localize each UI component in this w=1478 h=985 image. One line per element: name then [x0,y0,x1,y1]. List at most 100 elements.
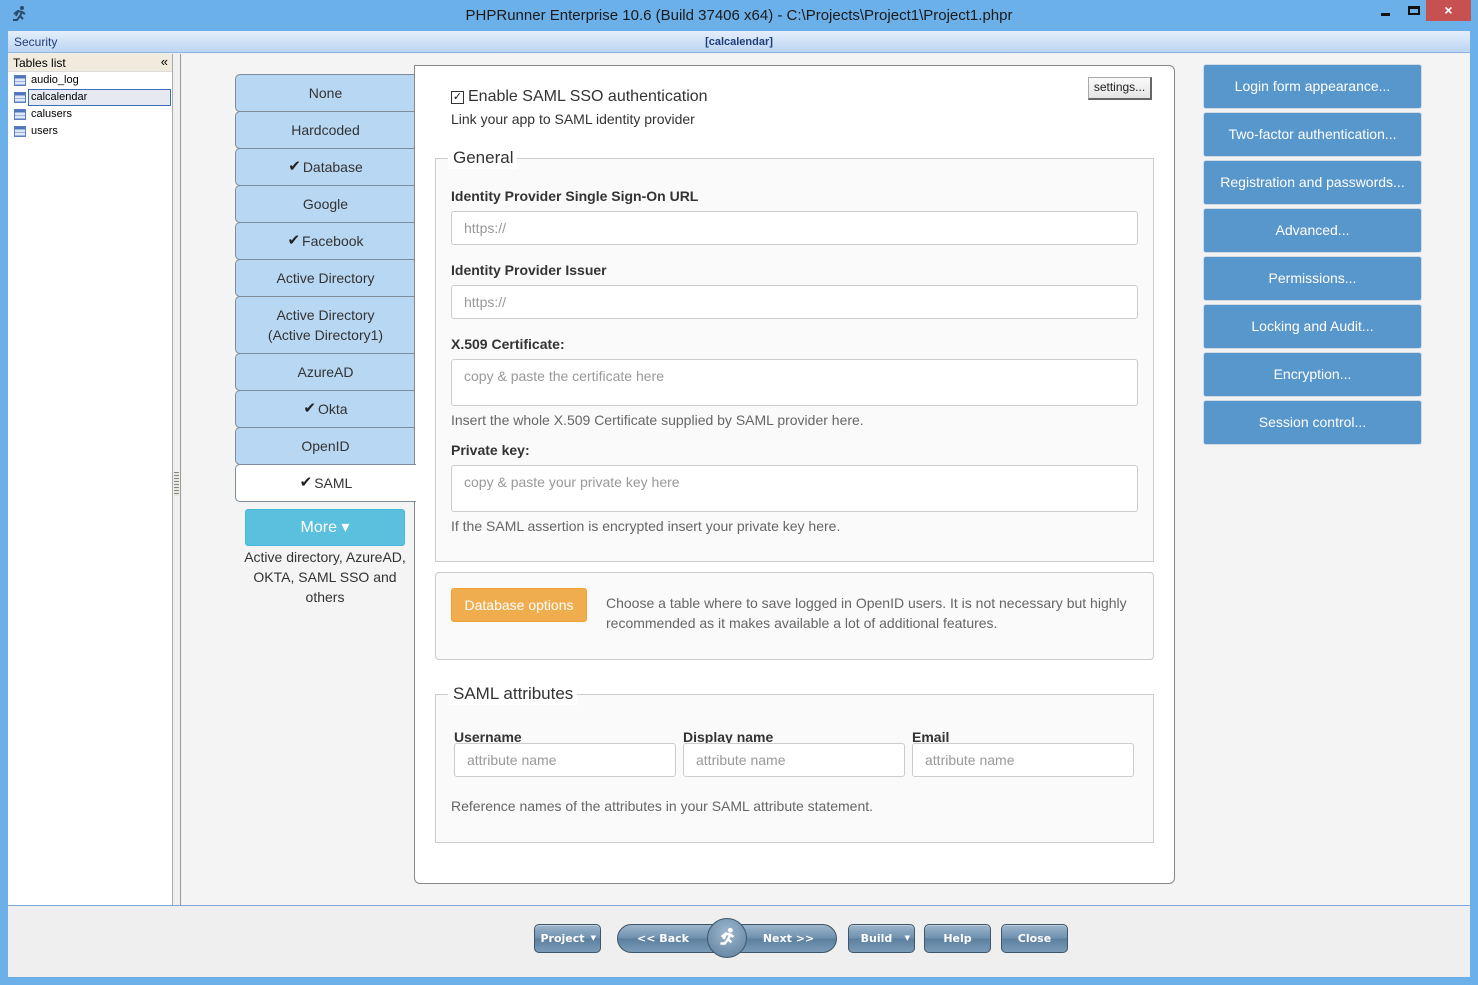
project-label: Project [540,932,585,945]
next-button[interactable]: Next >> [741,925,836,952]
tab-label: Database [302,159,363,175]
tab-openid[interactable]: OpenID [235,427,415,465]
encryption-button[interactable]: Encryption... [1203,352,1422,397]
tab-hardcoded[interactable]: Hardcoded [235,111,415,149]
session-control-button[interactable]: Session control... [1203,400,1422,445]
tab-saml[interactable]: ✔ SAML [235,464,416,502]
checkmark-icon: ✔ [288,158,301,175]
tab-label: Facebook [302,233,364,249]
private-key-help: If the SAML assertion is encrypted inser… [451,518,841,534]
registration-passwords-button[interactable]: Registration and passwords... [1203,160,1422,205]
table-icon [14,109,26,120]
attributes-help: Reference names of the attributes in you… [451,798,874,814]
table-name: audio_log [31,74,79,86]
close-window-button[interactable]: × [1426,0,1471,21]
back-button[interactable]: << Back [618,925,708,952]
table-item[interactable]: calcalendar [8,89,172,106]
tab-label: Active Directory [276,270,375,286]
table-item[interactable]: calusers [8,106,172,123]
minimize-button[interactable] [1372,0,1398,21]
database-options-button[interactable]: Database options [451,588,587,622]
general-legend: General [448,147,518,169]
table-name: calusers [31,108,72,120]
maximize-icon [1408,6,1420,15]
window-title: PHPRunner Enterprise 10.6 (Build 37406 x… [465,7,1013,24]
tab-google[interactable]: Google [235,185,415,223]
sso-url-label: Identity Provider Single Sign-On URL [451,188,699,204]
enable-saml-label: Enable SAML SSO authentication [468,88,708,105]
more-button[interactable]: More ▾ [245,509,405,546]
build-label: Build [860,932,893,945]
issuer-input[interactable]: https:// [451,285,1138,319]
certificate-help: Insert the whole X.509 Certificate suppl… [451,412,864,428]
project-button[interactable]: Project ▼ [534,924,601,953]
saml-settings-card: settings... ✓ Enable SAML SSO authentica… [414,65,1175,884]
running-man-icon [716,927,738,954]
dropdown-caret-icon[interactable]: ▼ [905,925,910,952]
build-button[interactable]: Build ▼ [848,924,915,953]
checkmark-icon: ✔ [299,474,313,491]
saml-attributes-legend: SAML attributes [448,683,578,705]
display-name-attribute-input[interactable]: attribute name [683,743,905,777]
table-item[interactable]: users [8,123,172,140]
checkmark-icon: ✔ [303,400,316,417]
saml-attributes-fieldset: SAML attributes Username attribute name … [435,683,1154,843]
tab-label: AzureAD [297,364,354,380]
application-window: PHPRunner Enterprise 10.6 (Build 37406 x… [0,0,1478,985]
permissions-button[interactable]: Permissions... [1203,256,1422,301]
table-icon [14,75,26,86]
back-next-group: << Back Next >> [617,918,837,958]
private-key-label: Private key: [451,442,530,458]
private-key-textarea[interactable]: copy & paste your private key here [451,465,1138,512]
login-form-appearance-button[interactable]: Login form appearance... [1203,64,1422,109]
table-icon [14,92,26,103]
wizard-bottom-bar: Project ▼ << Back Next >> Build ▼ Help Clo… [8,905,1470,977]
issuer-label: Identity Provider Issuer [451,262,607,278]
advanced-button[interactable]: Advanced... [1203,208,1422,253]
tab-label: SAML [314,475,353,491]
sso-url-input[interactable]: https:// [451,211,1138,245]
settings-button[interactable]: settings... [1088,77,1152,100]
username-attribute-input[interactable]: attribute name [454,743,676,777]
database-options-description: Choose a table where to save logged in O… [606,595,1127,631]
table-name: calcalendar [28,89,171,106]
tab-okta[interactable]: ✔ Okta [235,390,415,428]
general-fieldset: General Identity Provider Single Sign-On… [435,147,1154,562]
tab-facebook[interactable]: ✔ Facebook [235,222,415,260]
panel-splitter[interactable] [173,54,181,905]
tab-active-directory[interactable]: Active Directory [235,259,415,297]
locking-audit-button[interactable]: Locking and Audit... [1203,304,1422,349]
splitter-grip-icon[interactable] [174,472,179,496]
section-bar: Security [calcalendar] [8,31,1470,53]
maximize-button[interactable] [1400,0,1426,21]
enable-saml-row[interactable]: ✓ Enable SAML SSO authentication [451,88,708,106]
tab-label: None [308,85,343,101]
certificate-textarea[interactable]: copy & paste the certificate here [451,359,1138,406]
client-area: Security [calcalendar] Tables list « aud… [8,31,1470,977]
certificate-label: X.509 Certificate: [451,336,565,352]
tab-azuread[interactable]: AzureAD [235,353,415,391]
more-description: Active directory, AzureAD, OKTA, SAML SS… [244,549,406,605]
saml-subtitle: Link your app to SAML identity provider [451,111,695,127]
table-item[interactable]: audio_log [8,72,172,89]
help-button[interactable]: Help [924,924,991,953]
tab-label: Hardcoded [291,122,360,138]
two-factor-authentication-button[interactable]: Two-factor authentication... [1203,112,1422,157]
database-options-box: Database options Choose a table where to… [435,572,1154,660]
tab-active-directory-1[interactable]: Active Directory (Active Directory1) [235,296,415,354]
collapse-panel-icon[interactable]: « [161,54,168,69]
security-main: None Hardcoded ✔ Database Google ✔ Faceboo… [182,54,1470,905]
current-table-caption: [calcalendar] [705,36,773,48]
tab-label: Active Directory (Active Directory1) [267,307,384,343]
close-button[interactable]: Close [1001,924,1068,953]
table-name: users [31,125,58,137]
tab-database[interactable]: ✔ Database [235,148,415,186]
tab-none[interactable]: None [235,74,415,112]
tab-label: OpenID [301,438,350,454]
tables-list-header: Tables list « [8,54,172,72]
email-attribute-input[interactable]: attribute name [912,743,1134,777]
title-bar: PHPRunner Enterprise 10.6 (Build 37406 x… [0,0,1478,31]
dropdown-caret-icon[interactable]: ▼ [591,925,596,952]
table-icon [14,126,26,137]
enable-saml-checkbox[interactable]: ✓ [451,90,464,104]
